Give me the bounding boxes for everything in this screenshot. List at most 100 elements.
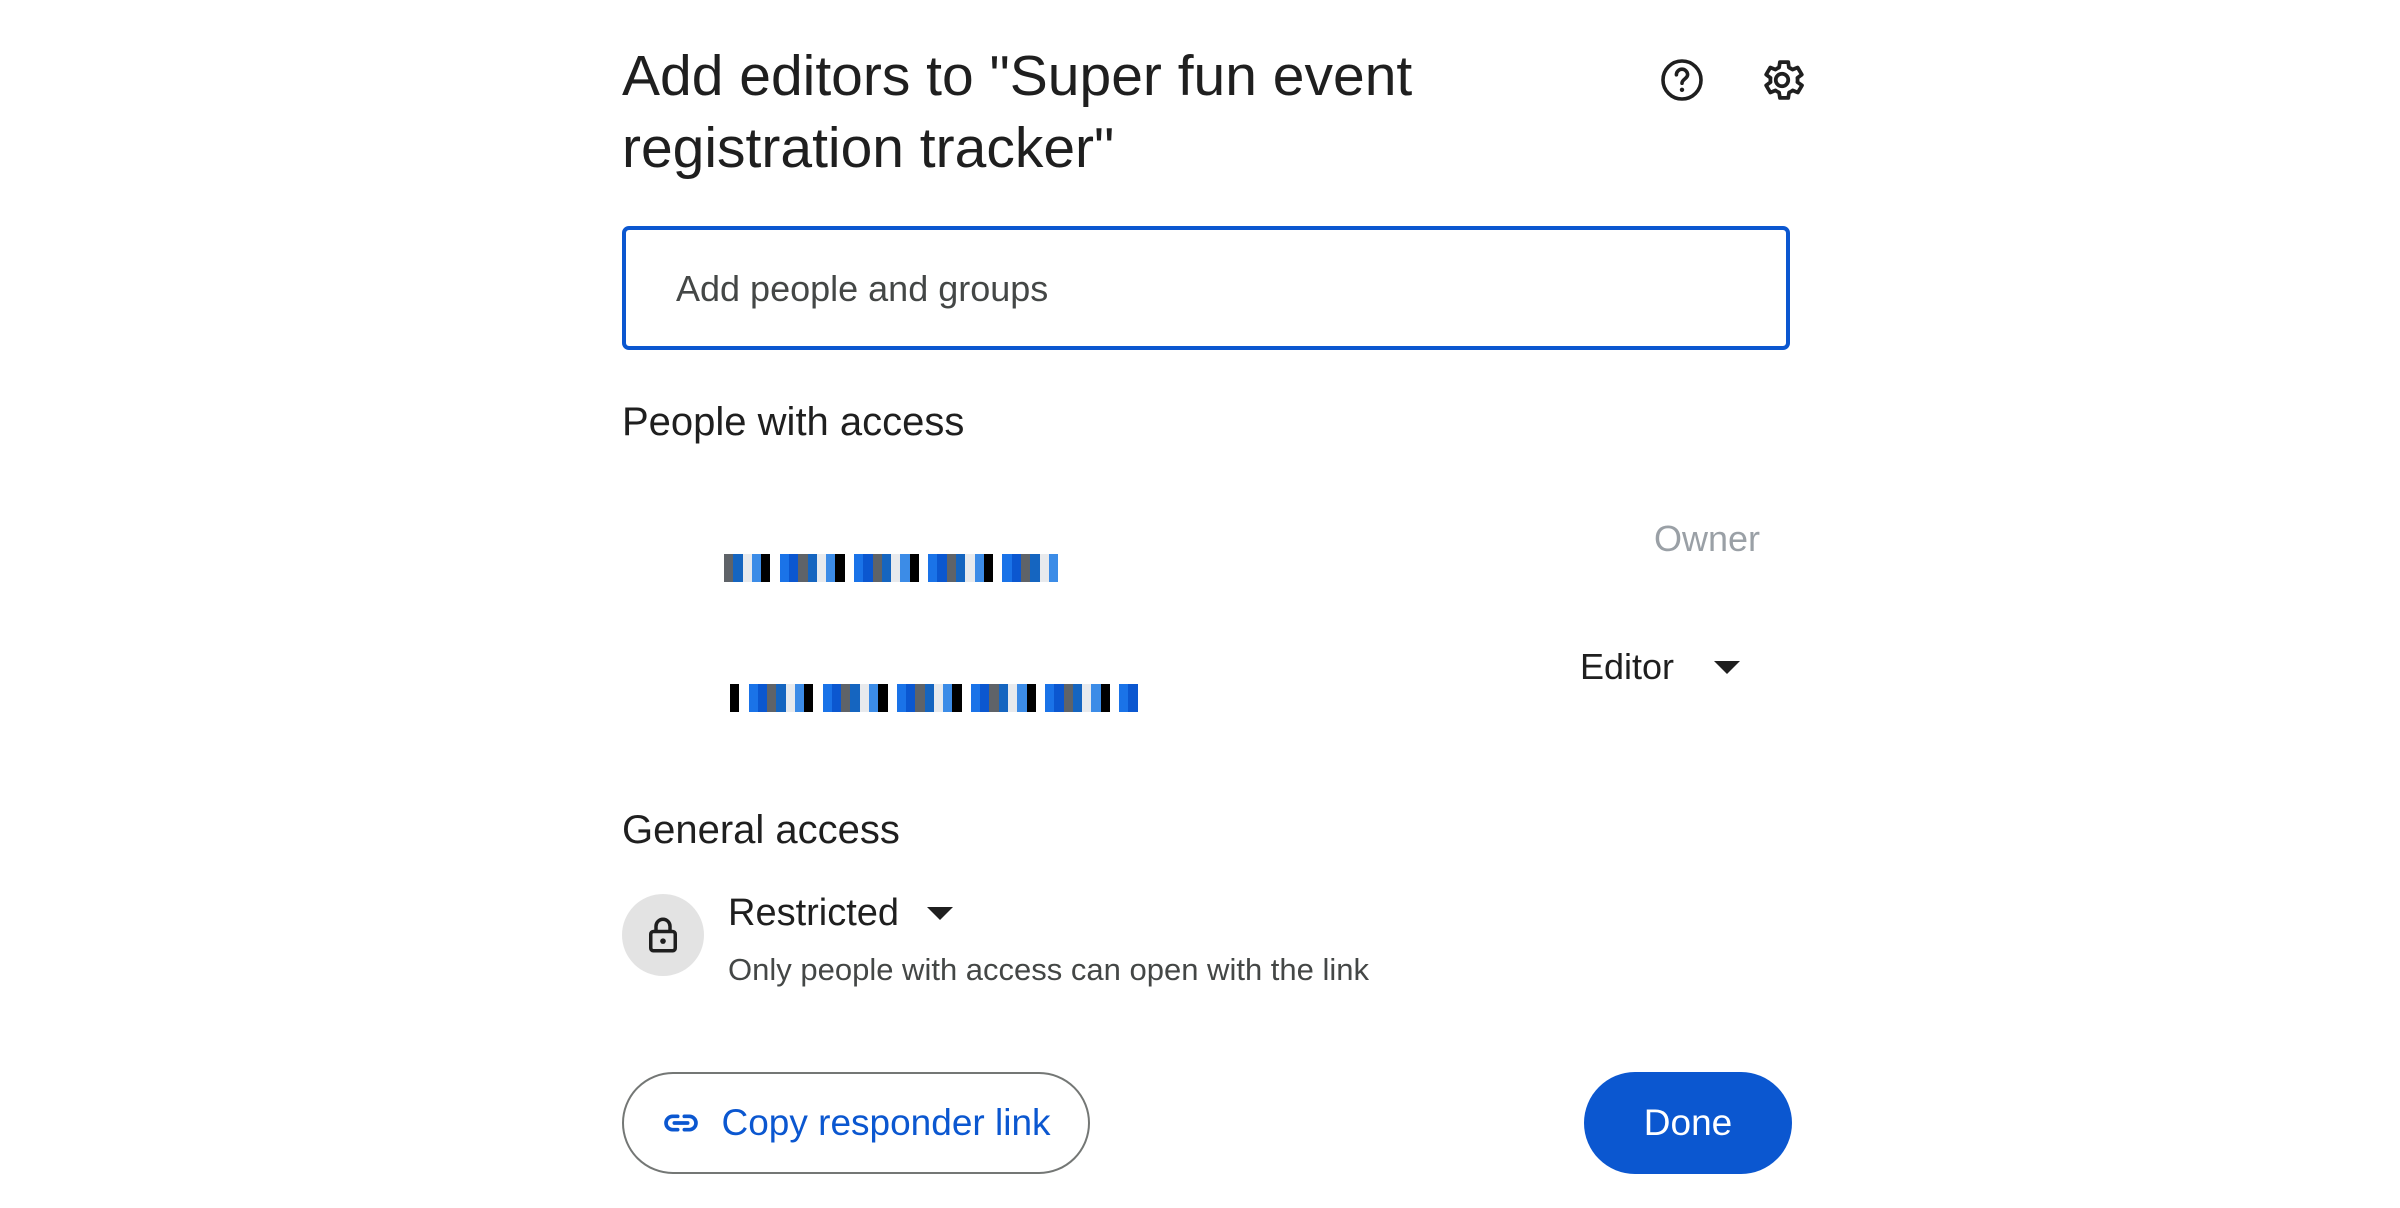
redaction-pixel — [748, 684, 758, 712]
redaction-pixel — [887, 684, 897, 712]
redaction-pixel — [841, 684, 851, 712]
redaction-pixel — [1082, 684, 1092, 712]
redaction-pixel — [952, 684, 962, 712]
redaction-pixel — [909, 554, 919, 582]
redaction-pixel — [1072, 684, 1083, 712]
redaction-pixel — [770, 554, 780, 582]
redaction-pixel — [900, 554, 910, 582]
redaction-pixel — [798, 554, 808, 582]
redaction-pixel — [896, 684, 907, 712]
redaction-pixel — [1021, 554, 1031, 582]
help-icon[interactable] — [1650, 48, 1714, 112]
redaction-pixel — [1100, 684, 1110, 712]
redaction-pixel — [804, 684, 814, 712]
redacted-name — [724, 554, 1059, 582]
share-dialog: Add editors to "Super fun event registra… — [0, 0, 2400, 1208]
redaction-pixel — [1017, 684, 1027, 712]
redaction-pixel — [989, 684, 999, 712]
redaction-pixel — [974, 554, 984, 582]
redaction-pixel — [859, 684, 869, 712]
access-description: Only people with access can open with th… — [728, 952, 1370, 987]
redaction-pixel — [906, 684, 916, 712]
redaction-pixel — [850, 684, 860, 712]
redaction-pixel — [767, 684, 777, 712]
redaction-pixel — [835, 554, 845, 582]
redaction-pixel — [993, 554, 1003, 582]
done-button[interactable]: Done — [1584, 1072, 1792, 1174]
dropdown-caret-icon — [1714, 660, 1740, 674]
redaction-pixel — [813, 684, 823, 712]
link-icon — [661, 1103, 701, 1143]
redaction-pixel — [980, 684, 990, 712]
redaction-pixel — [946, 554, 957, 582]
redaction-pixel — [1054, 684, 1064, 712]
redaction-pixel — [915, 684, 925, 712]
redaction-pixel — [1002, 554, 1012, 582]
redaction-pixel — [807, 554, 817, 582]
editor-role-dropdown[interactable]: Editor — [1580, 646, 1740, 688]
redaction-pixel — [1063, 684, 1073, 712]
redaction-pixel — [724, 554, 734, 582]
redaction-pixel — [761, 554, 771, 582]
redaction-pixel — [928, 554, 938, 582]
redaction-pixel — [822, 684, 832, 712]
person-row-editor: Editor — [622, 630, 1790, 720]
redaction-pixel — [816, 554, 827, 582]
redaction-pixel — [998, 684, 1008, 712]
redaction-pixel — [937, 554, 947, 582]
redaction-pixel — [956, 554, 966, 582]
redaction-pixel — [1026, 684, 1036, 712]
role-label: Editor — [1579, 646, 1674, 687]
copy-link-label: Copy responder link — [721, 1102, 1051, 1143]
dialog-title: Add editors to "Super fun event registra… — [622, 44, 1413, 180]
redaction-pixel — [1007, 684, 1018, 712]
general-access-dropdown[interactable]: Restricted — [728, 892, 954, 935]
redacted-name — [730, 684, 1138, 712]
redaction-pixel — [742, 554, 752, 582]
redaction-pixel — [826, 554, 836, 582]
redaction-pixel — [1030, 554, 1040, 582]
redaction-pixel — [943, 684, 953, 712]
access-setting-label: Restricted — [728, 892, 900, 934]
owner-role-label: Owner — [1653, 518, 1760, 559]
general-access-heading: General access — [622, 808, 900, 852]
settings-gear-icon[interactable] — [1750, 48, 1814, 112]
redaction-pixel — [779, 554, 789, 582]
redaction-pixel — [1091, 684, 1101, 712]
redaction-pixel — [863, 554, 873, 582]
redaction-pixel — [788, 554, 799, 582]
person-row-owner: Owner — [622, 510, 1790, 600]
redaction-pixel — [730, 684, 740, 712]
redaction-pixel — [933, 684, 944, 712]
redaction-pixel — [970, 684, 981, 712]
redaction-pixel — [872, 554, 882, 582]
lock-icon — [622, 894, 704, 976]
redaction-pixel — [757, 684, 768, 712]
redaction-pixel — [891, 554, 901, 582]
redaction-pixel — [983, 554, 994, 582]
add-people-input[interactable] — [674, 230, 1738, 348]
people-with-access-heading: People with access — [622, 400, 965, 444]
redaction-pixel — [751, 554, 762, 582]
redaction-pixel — [924, 684, 934, 712]
copy-responder-link-button[interactable]: Copy responder link — [622, 1072, 1090, 1174]
redaction-pixel — [1045, 684, 1055, 712]
redaction-pixel — [844, 554, 854, 582]
redaction-pixel — [1039, 554, 1049, 582]
redaction-pixel — [1011, 554, 1021, 582]
redaction-pixel — [881, 554, 892, 582]
redaction-pixel — [878, 684, 888, 712]
add-people-search-field[interactable] — [622, 226, 1790, 350]
redaction-pixel — [794, 684, 805, 712]
redaction-pixel — [1048, 554, 1059, 582]
redaction-pixel — [1109, 684, 1120, 712]
redaction-pixel — [785, 684, 795, 712]
redaction-pixel — [965, 554, 975, 582]
redaction-pixel — [961, 684, 971, 712]
redaction-pixel — [918, 554, 929, 582]
redaction-pixel — [739, 684, 749, 712]
redaction-pixel — [868, 684, 879, 712]
redaction-pixel — [776, 684, 786, 712]
redaction-pixel — [1035, 684, 1046, 712]
redaction-pixel — [1128, 684, 1138, 712]
